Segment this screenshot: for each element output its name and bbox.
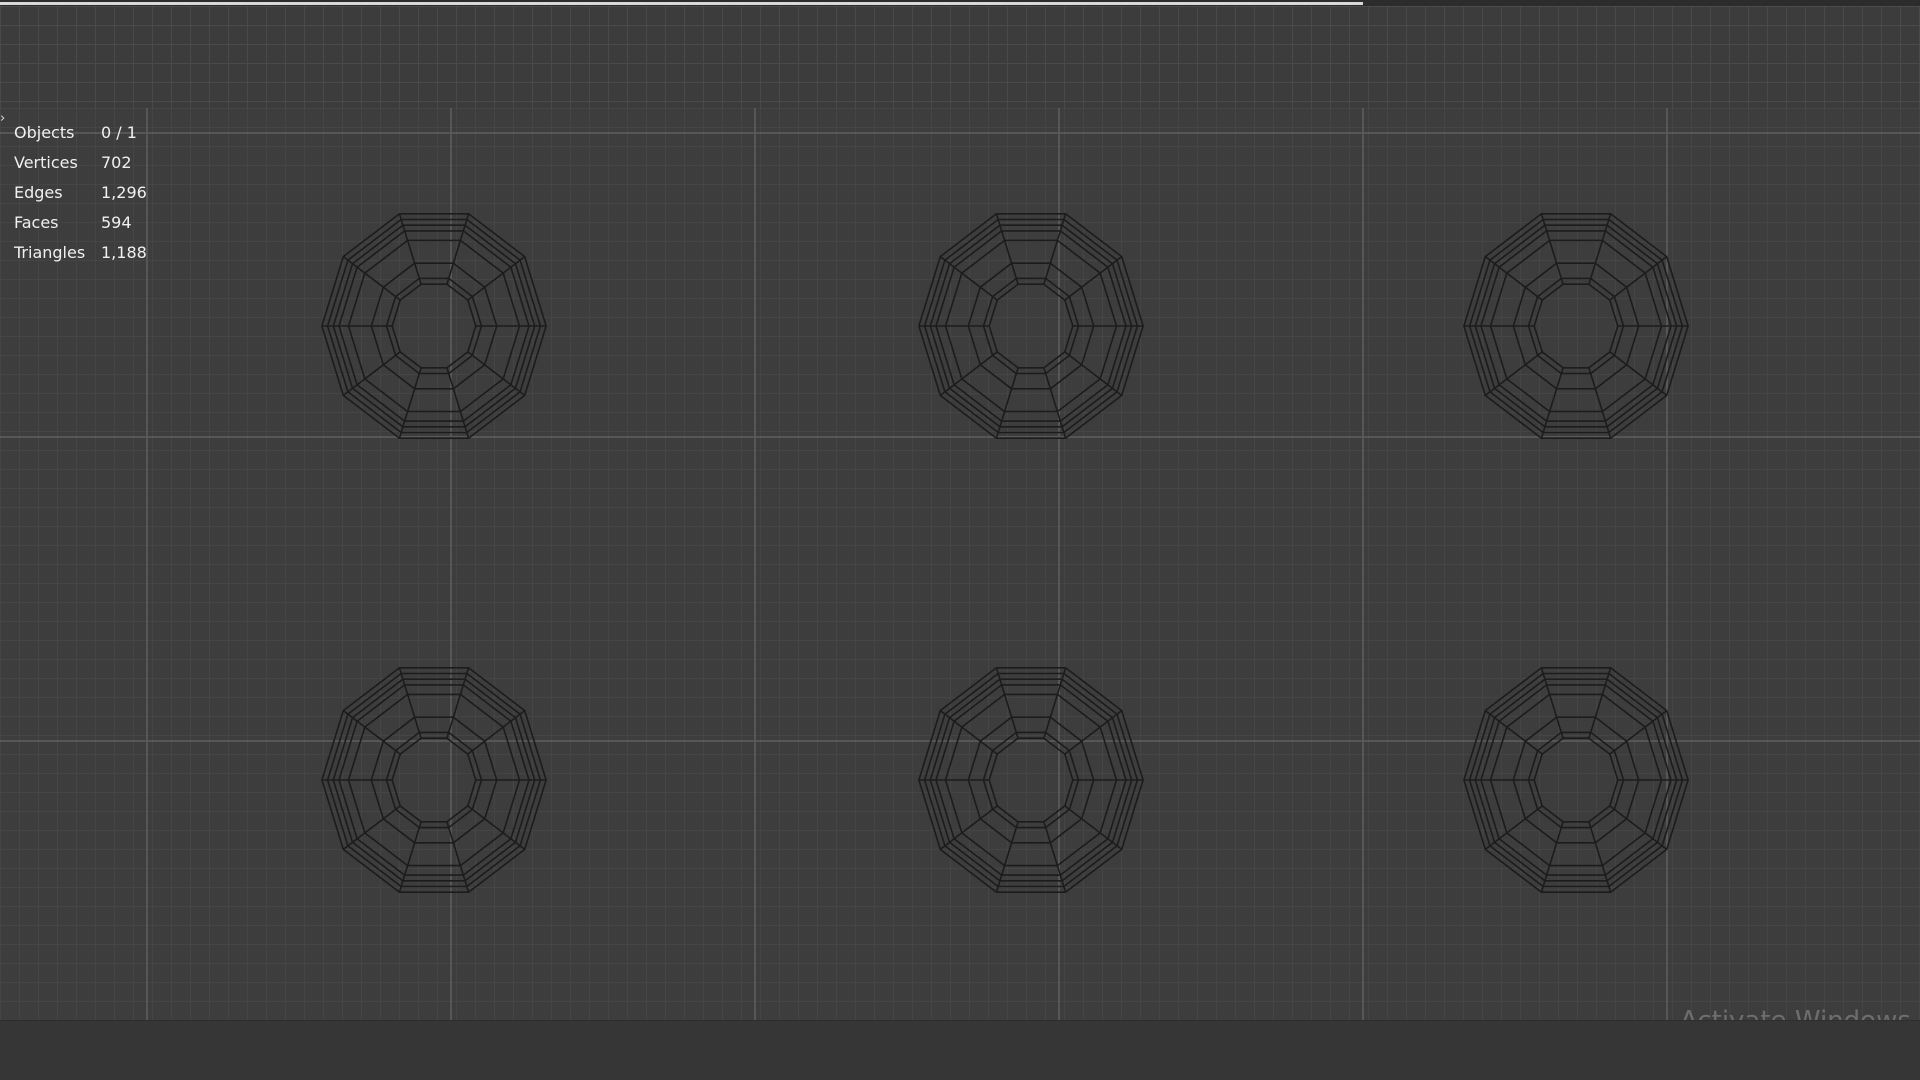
mesh-edge-loop — [982, 731, 1080, 829]
mesh-radial-edge — [446, 667, 470, 739]
mesh-radial-edge — [1064, 709, 1123, 755]
torus-mesh-wireframe[interactable] — [918, 213, 1144, 440]
mesh-radial-edge — [1609, 709, 1668, 755]
mesh-radial-edge — [398, 667, 422, 739]
mesh-radial-edge — [1609, 255, 1668, 301]
mesh-radial-edge — [1064, 805, 1123, 851]
mesh-radial-edge — [446, 213, 470, 285]
mesh-radial-edge — [1043, 367, 1067, 439]
mesh-radial-edge — [995, 213, 1019, 285]
mesh-edge-loop — [1527, 731, 1625, 829]
mesh-radial-edge — [467, 805, 526, 851]
stat-value: 0 / 1 — [101, 123, 137, 142]
mesh-edge-loop — [385, 731, 483, 829]
mesh-radial-edge — [995, 667, 1019, 739]
stat-row-edges: Edges 1,296 — [14, 178, 171, 208]
mesh-radial-edge — [1540, 213, 1564, 285]
mesh-edge-loop — [1527, 277, 1625, 375]
mesh-radial-edge — [1588, 821, 1612, 893]
stat-label: Objects — [14, 123, 75, 142]
mesh-radial-edge — [342, 805, 401, 851]
torus-mesh-wireframe[interactable] — [321, 213, 547, 440]
stat-row-vertices: Vertices 702 — [14, 148, 171, 178]
mesh-radial-edge — [939, 255, 998, 301]
mesh-radial-edge — [939, 805, 998, 851]
mesh-edge-loop — [391, 737, 477, 823]
top-progress-bar — [0, 2, 1364, 5]
mesh-radial-edge — [1609, 805, 1668, 851]
stat-value: 1,188 — [101, 243, 147, 262]
mesh-radial-edge — [446, 821, 470, 893]
mesh-radial-edge — [1484, 255, 1543, 301]
torus-mesh-wireframe[interactable] — [1463, 213, 1689, 440]
mesh-radial-edge — [398, 367, 422, 439]
mesh-radial-edge — [1484, 351, 1543, 397]
stat-label: Vertices — [14, 153, 78, 172]
scene-statistics-overlay: Objects 0 / 1 Vertices 702 Edges 1,296 F… — [14, 118, 171, 268]
mesh-radial-edge — [342, 255, 401, 301]
stat-row-faces: Faces 594 — [14, 208, 171, 238]
mesh-radial-edge — [1064, 255, 1123, 301]
mesh-edge-loop — [982, 277, 1080, 375]
3d-viewport[interactable] — [0, 108, 1920, 1020]
torus-mesh-wireframe[interactable] — [321, 666, 547, 894]
mesh-radial-edge — [1540, 821, 1564, 893]
wireframe-canvas[interactable] — [0, 108, 1920, 1020]
torus-mesh-wireframe[interactable] — [918, 666, 1144, 894]
mesh-radial-edge — [446, 367, 470, 439]
mesh-radial-edge — [1588, 213, 1612, 285]
mesh-edge-loop — [1533, 737, 1619, 823]
stat-label: Edges — [14, 183, 63, 202]
activate-windows-watermark: Activate Windows — [1680, 1006, 1911, 1020]
stat-value: 702 — [101, 153, 132, 172]
mesh-radial-edge — [1588, 667, 1612, 739]
torus-mesh-wireframe[interactable] — [1463, 666, 1689, 894]
mesh-radial-edge — [342, 709, 401, 755]
app-window: › Objects 0 / 1 Vertices 702 Edges 1,296… — [0, 0, 1920, 1080]
mesh-radial-edge — [467, 351, 526, 397]
stat-label: Faces — [14, 213, 59, 232]
mesh-radial-edge — [995, 821, 1019, 893]
mesh-radial-edge — [1609, 351, 1668, 397]
stat-row-objects: Objects 0 / 1 — [14, 118, 171, 148]
mesh-radial-edge — [1043, 213, 1067, 285]
mesh-radial-edge — [1540, 667, 1564, 739]
mesh-radial-edge — [995, 367, 1019, 439]
mesh-radial-edge — [1484, 805, 1543, 851]
stat-value: 1,296 — [101, 183, 147, 202]
mesh-radial-edge — [1064, 351, 1123, 397]
mesh-edge-loop — [988, 283, 1074, 369]
mesh-radial-edge — [398, 213, 422, 285]
mesh-edge-loop — [1533, 283, 1619, 369]
timeline-area[interactable] — [0, 6, 1920, 109]
mesh-edge-loop — [988, 737, 1074, 823]
mesh-radial-edge — [398, 821, 422, 893]
mesh-radial-edge — [1484, 709, 1543, 755]
stat-label: Triangles — [14, 243, 86, 262]
chevron-right-icon[interactable]: › — [0, 112, 5, 125]
mesh-radial-edge — [1540, 367, 1564, 439]
mesh-edge-loop — [385, 277, 483, 375]
stat-row-triangles: Triangles 1,188 — [14, 238, 171, 268]
mesh-radial-edge — [1043, 821, 1067, 893]
mesh-radial-edge — [467, 255, 526, 301]
mesh-radial-edge — [939, 709, 998, 755]
stat-value: 594 — [101, 213, 132, 232]
mesh-radial-edge — [939, 351, 998, 397]
mesh-radial-edge — [1588, 367, 1612, 439]
bottom-status-bar — [0, 1020, 1920, 1080]
mesh-radial-edge — [342, 351, 401, 397]
mesh-radial-edge — [1043, 667, 1067, 739]
mesh-edge-loop — [391, 283, 477, 369]
mesh-radial-edge — [467, 709, 526, 755]
